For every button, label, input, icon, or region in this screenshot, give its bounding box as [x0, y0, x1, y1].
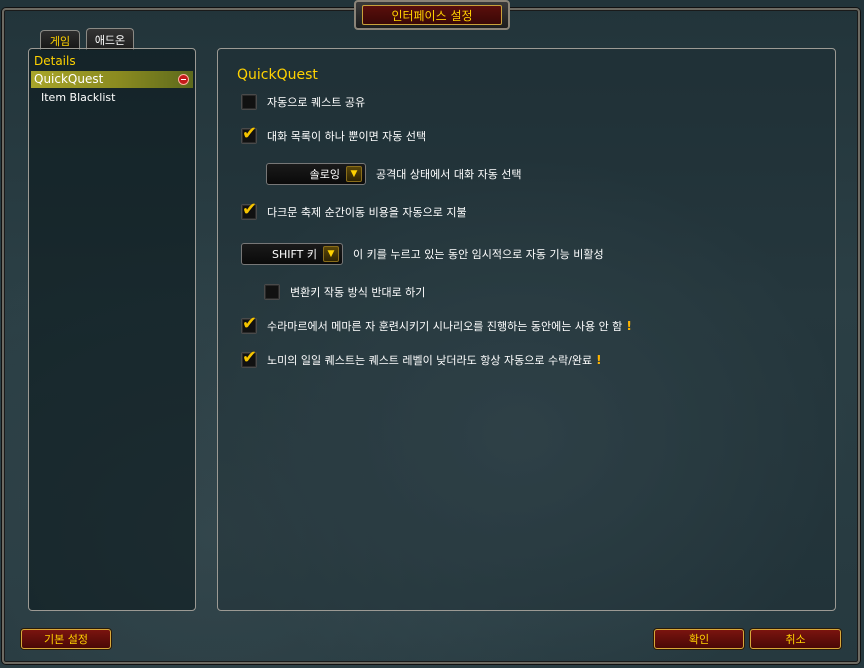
modifier-value: SHIFT 키 [272, 248, 317, 261]
auto-select-dialog-checkbox[interactable]: ✔ [241, 123, 258, 144]
tab-addons[interactable]: 애드온 [86, 28, 134, 50]
suramar-checkbox[interactable]: ✔ [241, 313, 258, 334]
option-suramar: ✔ 수라마르에서 메마른 자 훈련시키기 시나리오를 진행하는 동안에는 사용 … [241, 313, 632, 334]
warning-icon: ! [596, 353, 602, 367]
group-mode-value: 솔로잉 [309, 168, 340, 181]
list-item-item-blacklist[interactable]: Item Blacklist [41, 91, 115, 104]
checkmark-icon: ✔ [242, 199, 258, 220]
page-title: QuickQuest [237, 67, 318, 83]
auto-share-label: 자동으로 퀘스트 공유 [267, 96, 366, 109]
modifier-label: 이 키를 누르고 있는 동안 임시적으로 자동 기능 비활성 [353, 248, 604, 261]
ok-button[interactable]: 확인 [654, 629, 744, 649]
option-darkmoon: ✔ 다크문 축제 순간이동 비용을 자동으로 지불 [241, 199, 467, 220]
tab-game[interactable]: 게임 [40, 30, 80, 50]
nomi-checkbox[interactable]: ✔ [241, 347, 258, 368]
arrow-down-icon: ▼ [346, 166, 362, 182]
options-panel: QuickQuest 자동으로 퀘스트 공유 ✔ 대화 목록이 하나 뿐이면 자… [217, 48, 836, 611]
addon-category-list: Details QuickQuest Item Blacklist [28, 48, 196, 611]
list-item-label: QuickQuest [34, 72, 104, 86]
option-reverse-modifier: 변환키 작동 방식 반대로 하기 [264, 284, 425, 300]
reverse-modifier-checkbox[interactable] [264, 284, 280, 300]
checkmark-icon: ✔ [242, 313, 258, 334]
auto-select-dialog-label: 대화 목록이 하나 뿐이면 자동 선택 [267, 130, 427, 143]
darkmoon-checkbox[interactable]: ✔ [241, 199, 258, 220]
option-group-mode: 솔로잉 ▼ 공격대 상태에서 대화 자동 선택 [266, 163, 522, 185]
window-title-plate: 인터페이스 설정 [354, 0, 510, 30]
darkmoon-label: 다크문 축제 순간이동 비용을 자동으로 지불 [267, 206, 467, 219]
collapse-minus-icon[interactable] [178, 74, 189, 85]
option-nomi: ✔ 노미의 일일 퀘스트는 퀘스트 레벨이 낮더라도 항상 자동으로 수락/완료… [241, 347, 602, 368]
nomi-label: 노미의 일일 퀘스트는 퀘스트 레벨이 낮더라도 항상 자동으로 수락/완료 [267, 354, 593, 367]
list-item-details[interactable]: Details [34, 54, 76, 68]
checkmark-icon: ✔ [242, 123, 258, 144]
suramar-label: 수라마르에서 메마른 자 훈련시키기 시나리오를 진행하는 동안에는 사용 안 … [267, 320, 623, 333]
list-item-quickquest[interactable]: QuickQuest [31, 71, 193, 88]
cancel-button[interactable]: 취소 [750, 629, 841, 649]
modifier-dropdown[interactable]: SHIFT 키 ▼ [241, 243, 343, 265]
group-mode-label: 공격대 상태에서 대화 자동 선택 [376, 168, 522, 181]
warning-icon: ! [626, 319, 632, 333]
group-mode-dropdown[interactable]: 솔로잉 ▼ [266, 163, 366, 185]
reverse-modifier-label: 변환키 작동 방식 반대로 하기 [290, 286, 426, 299]
option-auto-select-dialog: ✔ 대화 목록이 하나 뿐이면 자동 선택 [241, 123, 427, 144]
checkmark-icon: ✔ [242, 347, 258, 368]
option-auto-share: 자동으로 퀘스트 공유 [241, 94, 365, 110]
auto-share-checkbox[interactable] [241, 94, 257, 110]
arrow-down-icon: ▼ [323, 246, 339, 262]
window-title: 인터페이스 설정 [362, 5, 502, 25]
defaults-button[interactable]: 기본 설정 [21, 629, 111, 649]
option-modifier: SHIFT 키 ▼ 이 키를 누르고 있는 동안 임시적으로 자동 기능 비활성 [241, 243, 604, 265]
